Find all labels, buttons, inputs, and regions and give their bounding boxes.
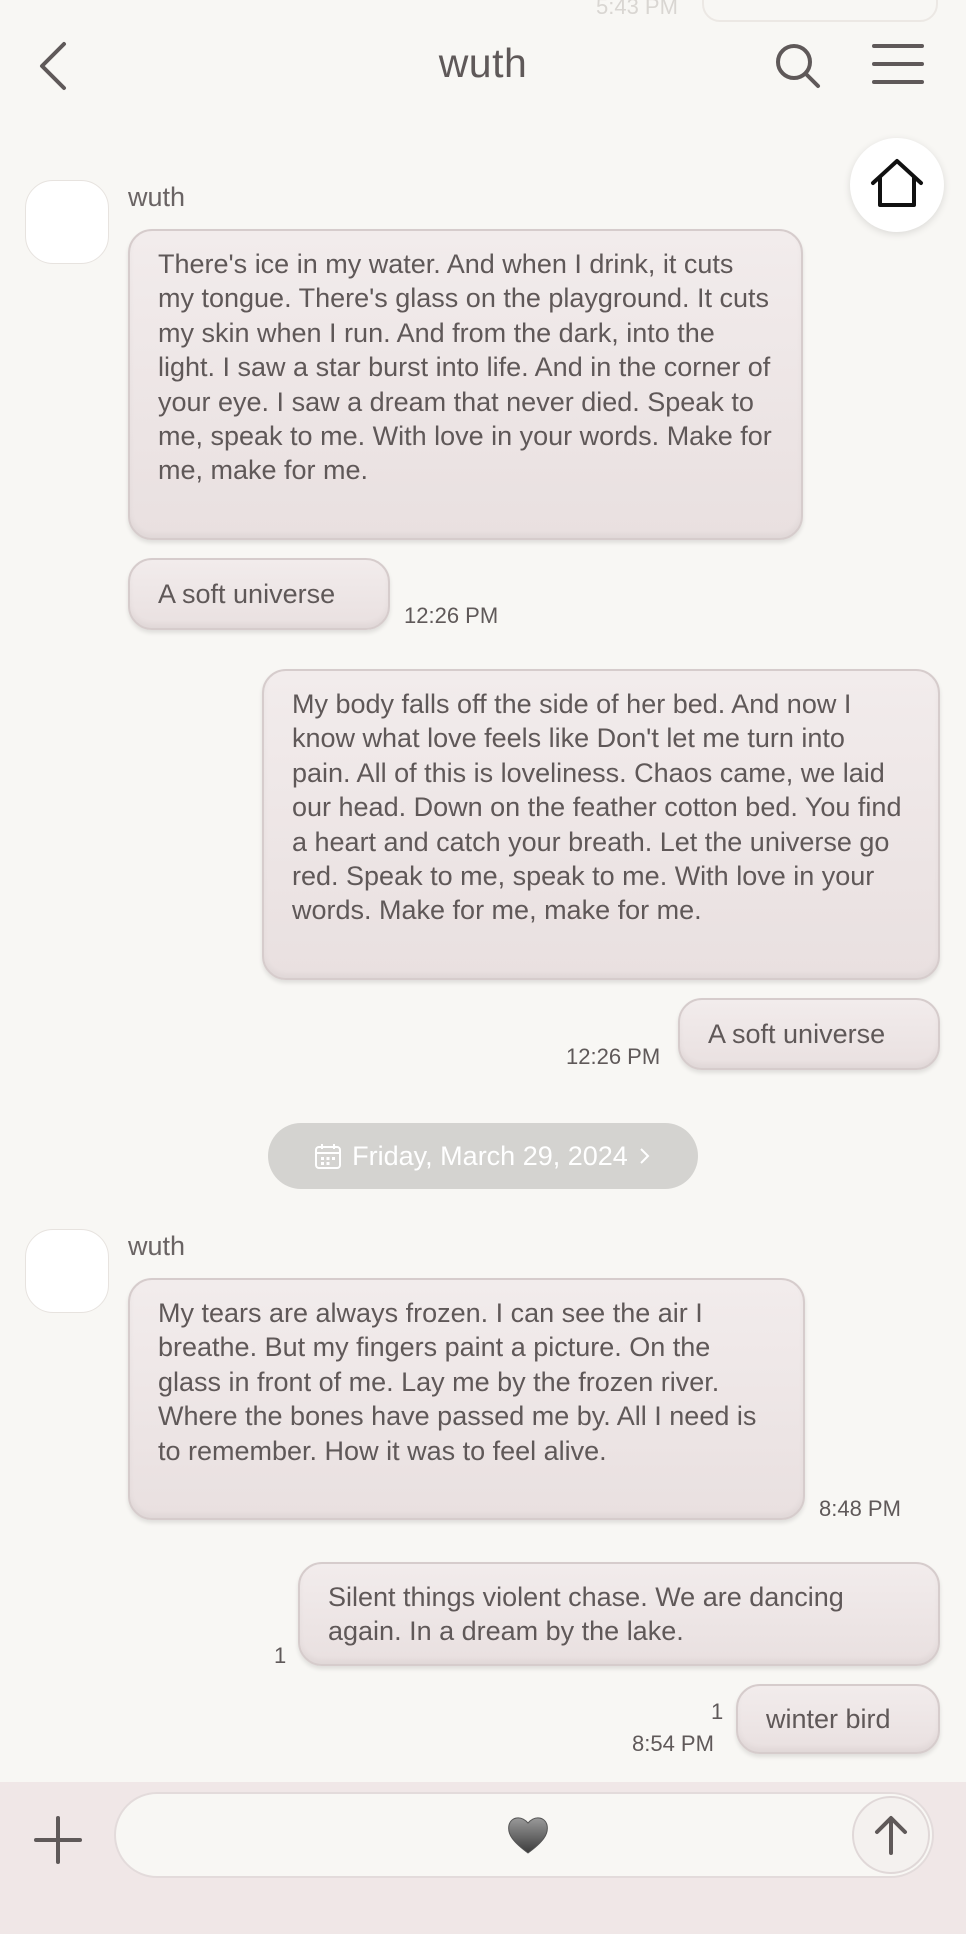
search-icon [776, 44, 820, 88]
chevron-right-icon [640, 1148, 650, 1164]
send-button[interactable] [852, 1796, 930, 1874]
message-bubble[interactable]: A soft universe [678, 998, 940, 1070]
message-bubble[interactable]: A soft universe [128, 558, 390, 630]
avatar[interactable] [25, 180, 109, 264]
home-button[interactable] [850, 138, 944, 232]
sender-name: wuth [128, 182, 186, 212]
home-icon [871, 159, 923, 207]
search-button[interactable] [768, 36, 828, 96]
attach-button[interactable] [32, 1814, 84, 1866]
message-bubble[interactable]: winter bird [736, 1684, 940, 1754]
unread-count: 1 [274, 1643, 287, 1668]
avatar[interactable] [25, 1229, 109, 1313]
message-bubble[interactable]: My body falls off the side of her bed. A… [262, 669, 940, 980]
message-timestamp: 8:54 PM [632, 1731, 714, 1756]
chat-header: wuth [0, 0, 966, 130]
sender-name: wuth [128, 1231, 186, 1261]
message-timestamp: 8:48 PM [819, 1496, 901, 1521]
date-label: Friday, March 29, 2024 [352, 1140, 628, 1171]
composer-bar [0, 1782, 966, 1934]
message-input[interactable] [114, 1792, 934, 1878]
message-bubble[interactable]: Silent things violent chase. We are danc… [298, 1562, 940, 1666]
calendar-icon [315, 1144, 342, 1169]
message-timestamp: 12:26 PM [566, 1044, 661, 1069]
heart-icon[interactable] [505, 1812, 551, 1858]
menu-button[interactable] [868, 36, 928, 96]
message-timestamp: 12:26 PM [404, 603, 499, 628]
message-bubble[interactable]: There's ice in my water. And when I drin… [128, 229, 803, 540]
plus-icon [34, 1816, 82, 1864]
unread-count: 1 [711, 1699, 724, 1724]
date-divider[interactable]: Friday, March 29, 2024 [268, 1123, 698, 1189]
hamburger-menu-icon [872, 44, 924, 84]
arrow-up-icon [875, 1816, 907, 1855]
message-bubble[interactable]: My tears are always frozen. I can see th… [128, 1278, 805, 1520]
